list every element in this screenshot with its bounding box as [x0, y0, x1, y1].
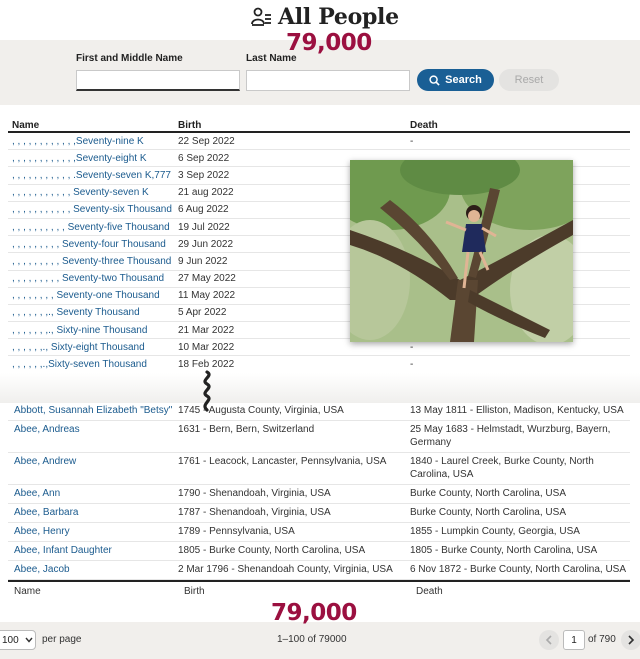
- birth-cell: 18 Feb 2022: [178, 359, 235, 371]
- prev-page-button[interactable]: [539, 630, 559, 650]
- person-name-link[interactable]: , , , , , ,.,Sixty-seven Thousand: [8, 359, 178, 370]
- people-list-icon: [251, 7, 271, 26]
- per-page-value: 100: [2, 634, 19, 646]
- col-name-header[interactable]: Name: [8, 117, 178, 131]
- person-name-link[interactable]: , , , , , , , , , , , Seventy-seven K: [8, 187, 178, 198]
- death-cell: 1855 - Lumpkin County, Georgia, USA: [410, 526, 580, 537]
- person-name-link[interactable]: , , , , , , , , Seventy-one Thousand: [8, 290, 178, 301]
- birth-cell: 1745 - Augusta County, Virginia, USA: [178, 405, 344, 416]
- pagination-bar: 100 per page 1–100 of 79000 1 of 790: [0, 622, 640, 659]
- table-header: Name Birth Death: [8, 117, 630, 133]
- person-name-link[interactable]: Abee, Jacob: [8, 563, 178, 576]
- birth-cell: 22 Sep 2022: [178, 135, 235, 147]
- death-cell: 6 Nov 1872 - Burke County, North Carolin…: [410, 564, 627, 575]
- table-row: Abee, Ann 1790 - Shenandoah, Virginia, US…: [8, 485, 630, 504]
- person-name-link[interactable]: , , , , , , , , , Seventy-three Thousand: [8, 256, 178, 267]
- photo-image: [350, 160, 573, 342]
- birth-cell: 1761 - Leacock, Lancaster, Pennsylvania,…: [178, 456, 387, 467]
- person-name-link[interactable]: , , , , , , , , , , Seventy-five Thousan…: [8, 222, 178, 233]
- person-name-link[interactable]: Abee, Infant Daughter: [8, 544, 178, 557]
- overlay-count-top: 79,000: [286, 30, 372, 56]
- table-row: Abee, Andrew 1761 - Leacock, Lancaster, P…: [8, 453, 630, 485]
- death-cell: -: [410, 359, 414, 371]
- table-row: Abee, Barbara 1787 - Shenandoah, Virginia…: [8, 504, 630, 523]
- footer-col-name[interactable]: Name: [8, 586, 178, 602]
- birth-cell: 1789 - Pennsylvania, USA: [178, 526, 295, 537]
- last-name-input[interactable]: [246, 70, 410, 91]
- bottom-rows: Abbott, Susannah Elizabeth "Betsy" 1745 -…: [8, 402, 630, 580]
- people-table-bottom: Abbott, Susannah Elizabeth "Betsy" 1745 -…: [8, 402, 630, 602]
- search-button[interactable]: Search: [417, 69, 494, 91]
- person-name-link[interactable]: , , , , , , , , , Seventy-two Thousand: [8, 273, 178, 284]
- table-footer-header: Name Birth Death: [8, 580, 630, 602]
- first-name-input[interactable]: [76, 70, 240, 91]
- death-cell: 1805 - Burke County, North Carolina, USA: [410, 545, 598, 556]
- death-cell: 1840 - Laurel Creek, Burke County, North…: [410, 456, 594, 480]
- person-name-link[interactable]: Abbott, Susannah Elizabeth "Betsy": [8, 404, 178, 417]
- overlay-count-bottom: 79,000: [271, 600, 357, 626]
- birth-cell: 1631 - Bern, Bern, Switzerland: [178, 424, 315, 435]
- search-button-label: Search: [445, 74, 482, 86]
- chevron-left-icon: [545, 635, 552, 645]
- col-death-header[interactable]: Death: [410, 117, 630, 131]
- next-page-button[interactable]: [621, 630, 640, 650]
- table-row: Abee, Infant Daughter 1805 - Burke County…: [8, 542, 630, 561]
- table-row: Abee, Jacob 2 Mar 1796 - Shenandoah Count…: [8, 561, 630, 580]
- section-break: [0, 373, 640, 403]
- table-row: Abee, Andreas 1631 - Bern, Bern, Switzerl…: [8, 421, 630, 453]
- person-name-link[interactable]: , , , , , , , , , , , .Seventy-seven K,7…: [8, 170, 178, 181]
- table-row: Abee, Henry 1789 - Pennsylvania, USA 1855 …: [8, 523, 630, 542]
- birth-cell: 10 Mar 2022: [178, 341, 235, 353]
- footer-col-death[interactable]: Death: [410, 586, 630, 602]
- title-wrap: All People: [250, 4, 399, 30]
- table-row: , , , , , ,.,Sixty-seven Thousand 18 Feb …: [8, 356, 630, 374]
- person-name-link[interactable]: , , , , , , ,., Seventy Thousand: [8, 307, 178, 318]
- death-cell: -: [410, 135, 414, 147]
- birth-cell: 1790 - Shenandoah, Virginia, USA: [178, 488, 331, 499]
- page-title: All People: [278, 4, 399, 30]
- reset-button[interactable]: Reset: [499, 69, 559, 91]
- per-page-select[interactable]: 100: [0, 630, 36, 650]
- page-number-input[interactable]: 1: [563, 630, 585, 650]
- per-page-label: per page: [42, 634, 82, 645]
- person-name-link[interactable]: Abee, Andrew: [8, 455, 178, 481]
- page-total: of 790: [588, 634, 616, 645]
- person-name-link[interactable]: , , , , , , ,., Sixty-nine Thousand: [8, 325, 178, 336]
- person-name-link[interactable]: Abee, Henry: [8, 525, 178, 538]
- death-cell: Burke County, North Carolina, USA: [410, 488, 566, 499]
- search-icon: [429, 74, 440, 86]
- chevron-down-icon: [25, 637, 33, 643]
- person-name-link[interactable]: Abee, Ann: [8, 487, 178, 500]
- person-name-link[interactable]: , , , , , , , , , , , ,Seventy-nine K: [8, 136, 178, 147]
- birth-cell: 1787 - Shenandoah, Virginia, USA: [178, 507, 331, 518]
- chevron-right-icon: [628, 635, 635, 645]
- death-cell: Burke County, North Carolina, USA: [410, 507, 566, 518]
- person-name-link[interactable]: , , , , , , , , , Seventy-four Thousand: [8, 239, 178, 250]
- results-range: 1–100 of 79000: [277, 634, 347, 645]
- birth-cell: 1805 - Burke County, North Carolina, USA: [178, 545, 366, 556]
- person-name-link[interactable]: , , , , , , , , , , , Seventy-six Thousa…: [8, 204, 178, 215]
- person-name-link[interactable]: Abee, Andreas: [8, 423, 178, 449]
- first-name-label: First and Middle Name: [76, 53, 183, 64]
- person-name-link[interactable]: Abee, Barbara: [8, 506, 178, 519]
- table-row: Abbott, Susannah Elizabeth "Betsy" 1745 -…: [8, 402, 630, 421]
- person-name-link[interactable]: , , , , , , , , , , , ,Seventy-eight K: [8, 153, 178, 164]
- person-name-link[interactable]: , , , , , ,., Sixty-eight Thousand: [8, 342, 178, 353]
- table-row: , , , , , , , , , , , ,Seventy-nine K 22 …: [8, 133, 630, 151]
- col-birth-header[interactable]: Birth: [178, 117, 410, 131]
- death-cell: -: [410, 341, 414, 353]
- death-cell: 25 May 1683 - Helmstadt, Wurzburg, Bayer…: [410, 424, 611, 448]
- birth-cell: 2 Mar 1796 - Shenandoah County, Virginia…: [178, 564, 393, 575]
- death-cell: 13 May 1811 - Elliston, Madison, Kentuck…: [410, 405, 624, 416]
- child-in-tree-photo: [350, 160, 573, 342]
